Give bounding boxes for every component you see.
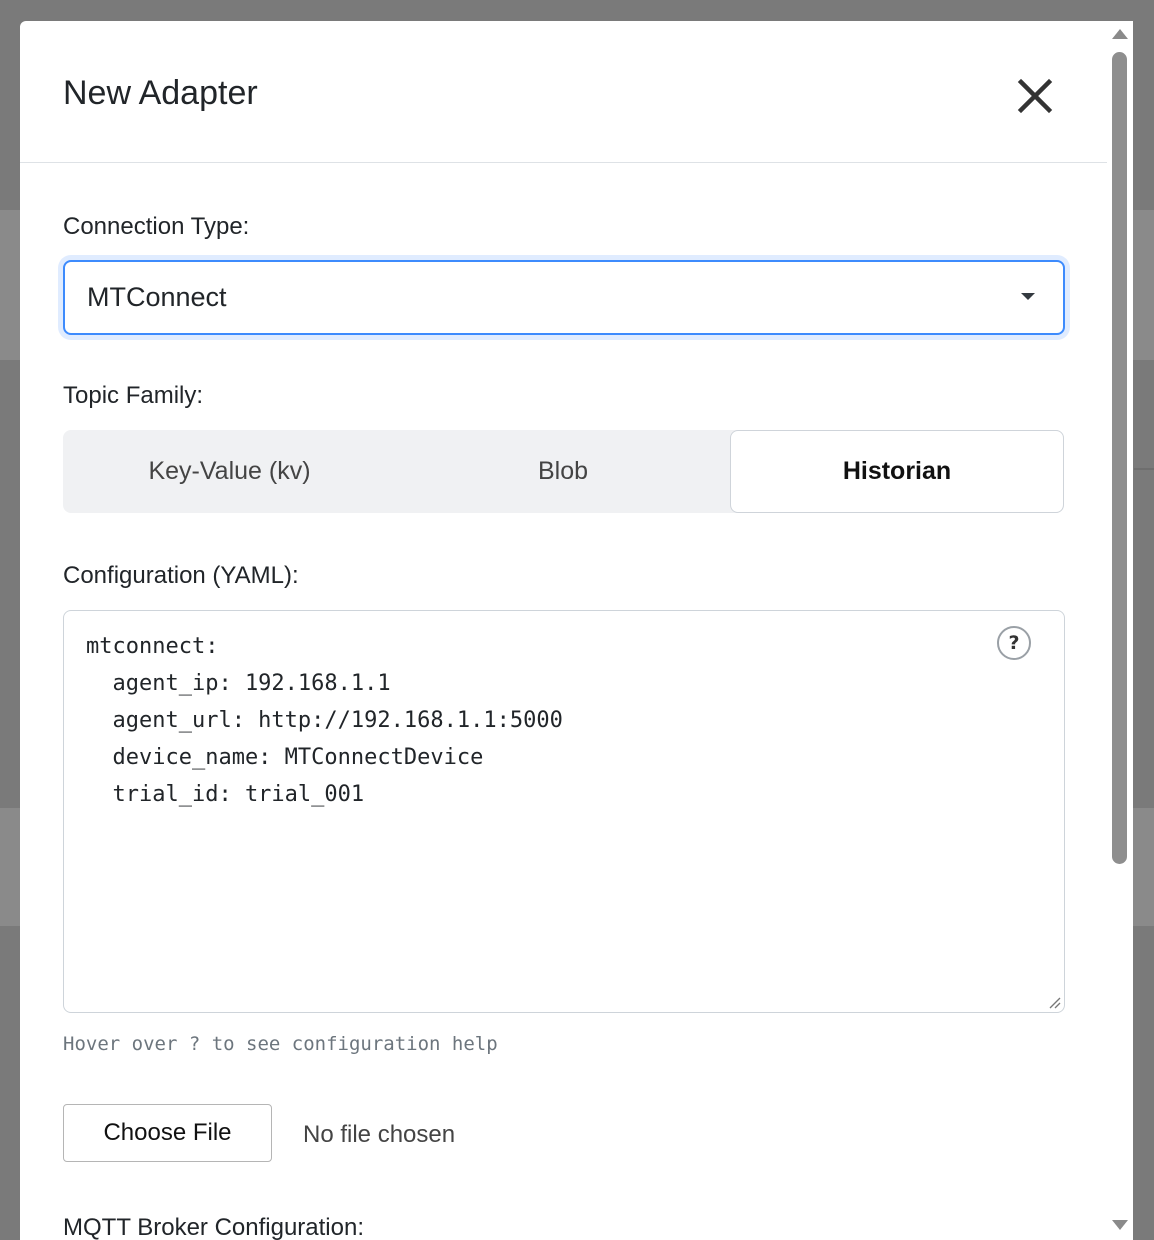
modal-title: New Adapter (63, 74, 258, 112)
close-icon (1017, 78, 1053, 114)
connection-type-select[interactable]: MTConnect (63, 260, 1065, 335)
resize-handle-icon[interactable] (1047, 995, 1061, 1009)
yaml-config-content[interactable]: mtconnect: agent_ip: 192.168.1.1 agent_u… (86, 628, 563, 813)
connection-type-label: Connection Type: (63, 213, 250, 240)
chevron-down-icon (1021, 293, 1035, 300)
mqtt-broker-label: MQTT Broker Configuration: (63, 1214, 364, 1240)
modal-header: New Adapter (20, 21, 1107, 163)
scroll-down-arrow-icon[interactable] (1112, 1220, 1128, 1230)
file-status: No file chosen (303, 1121, 456, 1148)
yaml-config-textarea[interactable]: mtconnect: agent_ip: 192.168.1.1 agent_u… (63, 610, 1065, 1013)
topic-family-segmented-control: Key-Value (kv) Blob Historian (63, 430, 1064, 513)
help-icon[interactable]: ? (997, 626, 1031, 660)
topic-option-blob[interactable]: Blob (396, 430, 730, 513)
close-button[interactable] (1013, 74, 1057, 118)
scroll-up-arrow-icon[interactable] (1112, 29, 1128, 39)
topic-family-label: Topic Family: (63, 382, 204, 409)
topic-option-kv[interactable]: Key-Value (kv) (63, 430, 396, 513)
connection-type-value: MTConnect (87, 282, 227, 312)
scrollbar[interactable] (1107, 21, 1133, 1240)
configuration-label: Configuration (YAML): (63, 562, 299, 589)
configuration-hint: Hover over ? to see configuration help (63, 1033, 498, 1055)
topic-option-historian[interactable]: Historian (730, 430, 1064, 513)
background-divider (1134, 468, 1154, 470)
new-adapter-modal: New Adapter Connection Type: MTConnect T… (20, 21, 1133, 1240)
choose-file-button[interactable]: Choose File (63, 1104, 272, 1162)
scrollbar-thumb[interactable] (1112, 52, 1127, 864)
